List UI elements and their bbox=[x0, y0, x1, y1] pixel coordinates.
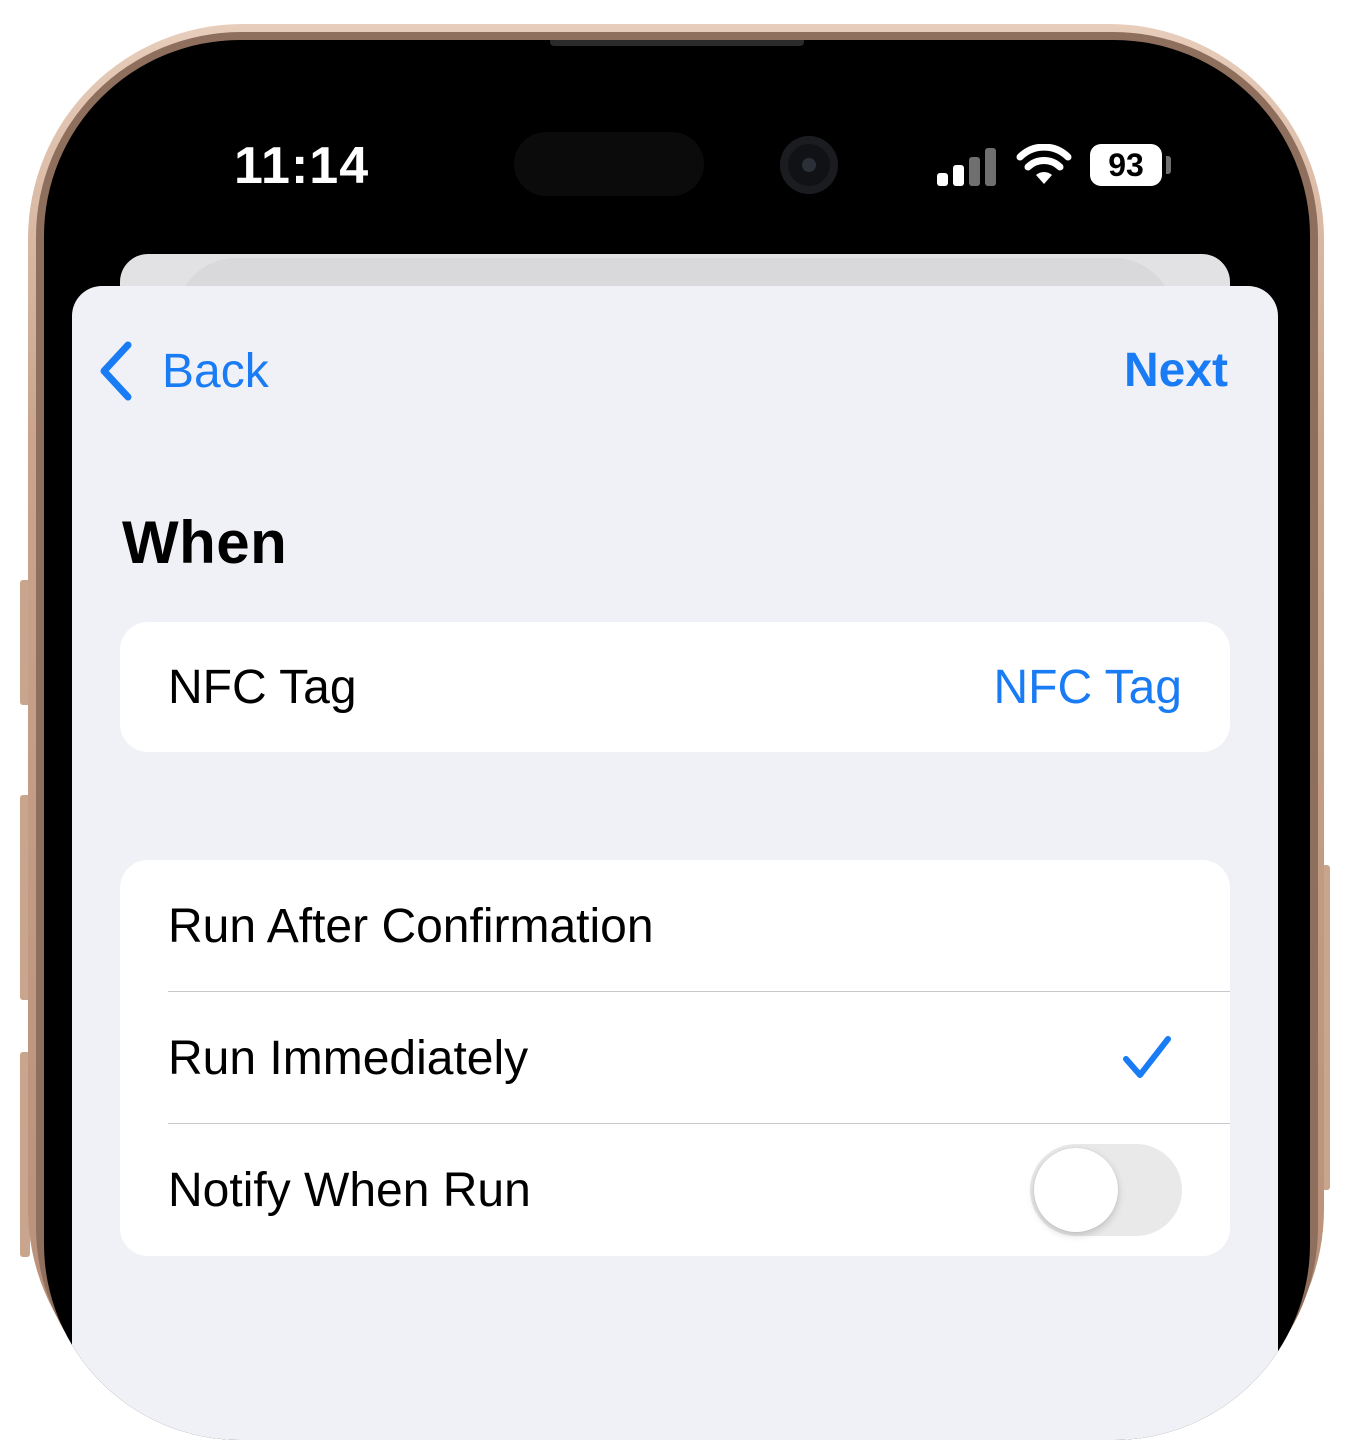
battery-icon: 93 bbox=[1090, 144, 1162, 186]
battery-tip bbox=[1166, 156, 1171, 174]
trigger-group: NFC Tag NFC Tag bbox=[120, 622, 1230, 752]
automation-sheet: Back Next When NFC Tag NFC Tag Run After… bbox=[72, 286, 1278, 1440]
run-after-confirmation-row[interactable]: Run After Confirmation bbox=[120, 860, 1230, 992]
nfc-tag-label: NFC Tag bbox=[168, 660, 357, 714]
wifi-icon bbox=[1016, 144, 1072, 184]
run-after-confirmation-label: Run After Confirmation bbox=[168, 899, 654, 953]
battery-level: 93 bbox=[1108, 147, 1144, 183]
camera-icon bbox=[780, 136, 838, 194]
notify-when-run-row: Notify When Run bbox=[120, 1124, 1230, 1256]
run-immediately-label: Run Immediately bbox=[168, 1031, 529, 1085]
run-immediately-row[interactable]: Run Immediately bbox=[120, 992, 1230, 1124]
notify-when-run-toggle[interactable] bbox=[1030, 1144, 1182, 1236]
status-time: 11:14 bbox=[234, 137, 370, 195]
run-options-group: Run After Confirmation Run Immediately N… bbox=[120, 860, 1230, 1256]
back-button[interactable]: Back bbox=[96, 336, 269, 406]
checkmark-icon bbox=[1123, 1036, 1171, 1078]
page-title: When bbox=[122, 509, 288, 576]
chevron-left-icon bbox=[100, 341, 132, 401]
next-button[interactable]: Next bbox=[1124, 336, 1228, 406]
notify-when-run-label: Notify When Run bbox=[168, 1163, 531, 1217]
nfc-tag-row[interactable]: NFC Tag NFC Tag bbox=[120, 622, 1230, 752]
cellular-signal-icon bbox=[937, 146, 997, 186]
toggle-knob bbox=[1034, 1148, 1118, 1232]
dynamic-island bbox=[514, 132, 704, 196]
phone-screen: 11:14 93 Back Next When NFC Tag NFC Tag bbox=[44, 40, 1310, 1440]
nfc-tag-value[interactable]: NFC Tag bbox=[993, 660, 1182, 715]
back-label: Back bbox=[162, 344, 269, 398]
speaker-grille bbox=[550, 40, 804, 46]
